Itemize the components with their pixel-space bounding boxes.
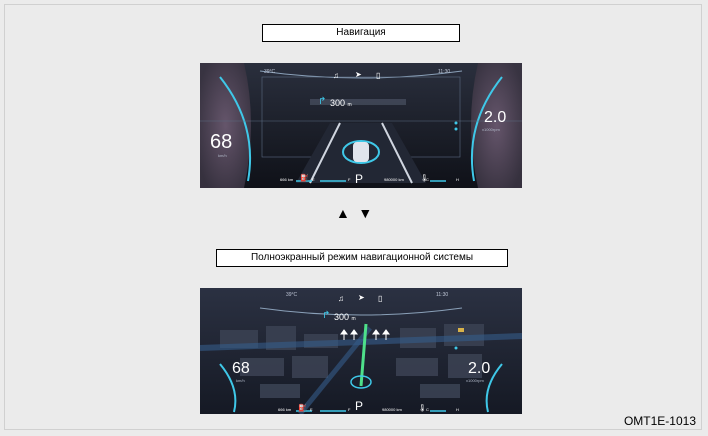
speed-value: 68 [210,131,233,153]
switch-arrows: ▲ ▼ [336,205,372,223]
odometer-readout: 980000 km [382,407,402,412]
cluster-standard-view: 39°C 11:30 ♫ ➤ ▯ ↱ 300 m 68 km/h 2.0 x10… [200,63,522,188]
temp-cold-label: C [426,177,429,182]
clock: 11:30 [436,292,449,298]
music-icon[interactable]: ♫ [338,294,344,303]
cluster-standard-graphics [200,63,522,188]
clock: 11:30 [438,69,451,75]
down-arrow-icon[interactable]: ▼ [358,205,372,221]
gear-indicator: P [355,172,364,186]
gear-indicator: P [355,399,364,413]
fuel-full-label: F [348,177,351,182]
turn-right-icon: ↱ [322,310,331,321]
rpm-unit: x1000rpm [466,378,484,383]
temp-hot-label: H [456,177,459,182]
cluster-fullscreen-view: 39°C 11:30 ♫ ➤ ▯ ↱ 300 m 68 km/h 2.0 x10… [200,288,522,414]
speed-unit: km/h [236,378,245,383]
temp-cold-label: C [426,407,429,412]
car-icon [353,142,369,162]
navigation-arrow-icon[interactable]: ➤ [355,70,362,79]
fuel-empty-label: E [310,407,313,412]
phone-icon[interactable]: ▯ [378,294,382,303]
figure-code: OMT1E-1013 [623,414,696,428]
rpm-unit: x1000rpm [482,127,500,132]
up-arrow-icon[interactable]: ▲ [336,205,350,221]
section-label-navigation: Навигация [262,24,460,42]
turn-distance: 300 m [334,312,356,322]
music-icon[interactable]: ♫ [333,71,339,80]
cluster-fullscreen-graphics [200,288,522,414]
fuel-empty-label: E [312,177,315,182]
temp-hot-label: H [456,407,459,412]
outside-temperature: 39°C [286,292,298,298]
odometer-readout: 980000 km [384,177,404,182]
range-readout: 666 km [278,407,292,412]
turn-right-icon: ↱ [318,96,327,107]
fuel-pump-icon: ⛽ [300,175,309,182]
fuel-full-label: F [348,407,351,412]
rpm-value: 2.0 [484,109,507,126]
turn-distance: 300 m [330,98,352,108]
section-label-fullscreen-navigation: Полноэкранный режим навигационной систем… [216,249,508,267]
phone-icon[interactable]: ▯ [376,71,380,80]
navigation-arrow-icon[interactable]: ➤ [358,293,365,302]
outside-temperature: 39°C [264,69,276,75]
speed-value: 68 [232,360,250,377]
speed-unit: km/h [218,153,227,158]
range-readout: 666 km [280,177,294,182]
fuel-pump-icon: ⛽ [298,405,307,412]
rpm-value: 2.0 [468,360,491,377]
